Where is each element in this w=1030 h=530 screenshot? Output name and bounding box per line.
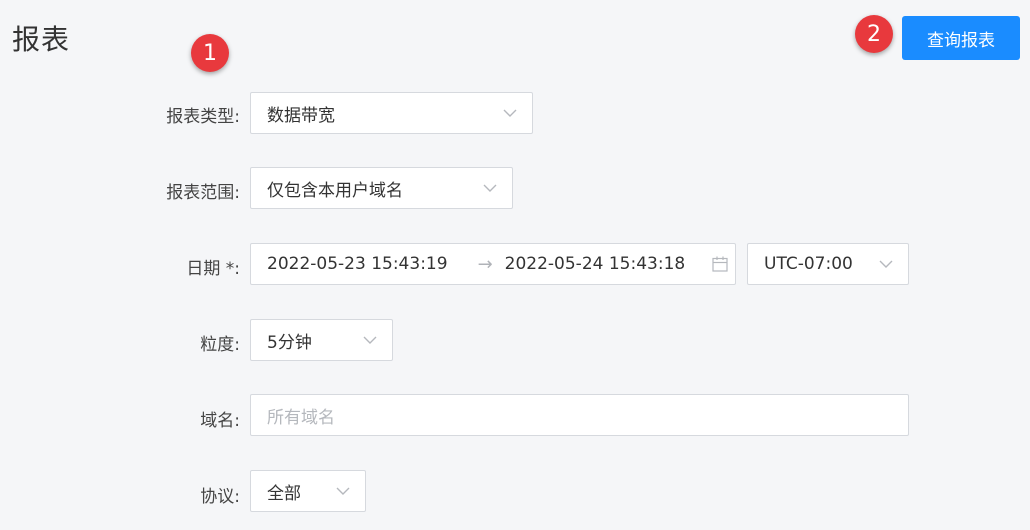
chevron-down-icon — [503, 109, 517, 117]
step-badge-2: 2 — [855, 15, 893, 53]
page-title: 报表 — [12, 23, 71, 56]
chevron-down-icon — [336, 487, 350, 495]
date-range-picker[interactable]: 2022-05-23 15:43:19 → 2022-05-24 15:43:1… — [250, 243, 736, 285]
query-report-button[interactable]: 查询报表 — [902, 16, 1020, 60]
timezone-select[interactable]: UTC-07:00 — [747, 243, 909, 285]
calendar-icon — [712, 256, 728, 272]
report-scope-value: 仅包含本用户域名 — [267, 180, 403, 201]
report-type-value: 数据带宽 — [267, 105, 335, 126]
report-scope-select[interactable]: 仅包含本用户域名 — [250, 167, 513, 209]
protocol-select[interactable]: 全部 — [250, 470, 366, 512]
report-scope-label: 报表范围: — [166, 183, 240, 203]
domain-label: 域名: — [200, 411, 240, 431]
chevron-down-icon — [879, 260, 893, 268]
chevron-down-icon — [483, 184, 497, 192]
protocol-value: 全部 — [267, 483, 301, 504]
domain-placeholder: 所有域名 — [267, 407, 335, 428]
granularity-value: 5分钟 — [267, 332, 312, 353]
domain-input[interactable]: 所有域名 — [250, 394, 909, 436]
report-type-label: 报表类型: — [166, 107, 240, 127]
step-badge-1: 1 — [191, 34, 229, 72]
date-start[interactable]: 2022-05-23 15:43:19 — [251, 254, 448, 274]
chevron-down-icon — [363, 336, 377, 344]
date-label: 日期 *: — [186, 259, 240, 279]
timezone-value: UTC-07:00 — [764, 254, 853, 274]
report-type-select[interactable]: 数据带宽 — [250, 92, 533, 134]
protocol-label: 协议: — [200, 487, 240, 507]
granularity-label: 粒度: — [200, 335, 240, 355]
date-end[interactable]: 2022-05-24 15:43:18 — [505, 254, 686, 274]
range-arrow-icon: → — [477, 253, 493, 275]
granularity-select[interactable]: 5分钟 — [250, 319, 393, 361]
